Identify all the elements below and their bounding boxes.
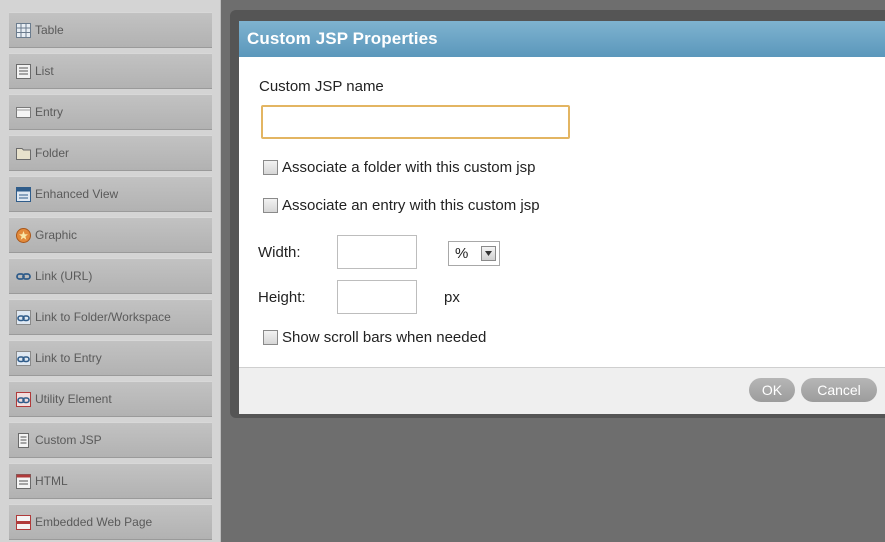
palette-item-html[interactable]: HTML	[9, 463, 212, 499]
list-icon	[16, 63, 31, 79]
palette-item-folder[interactable]: Folder	[9, 135, 212, 171]
show-scrollbars-checkbox[interactable]	[263, 330, 278, 345]
associate-folder-row[interactable]: Associate a folder with this custom jsp	[263, 159, 535, 176]
height-input[interactable]	[337, 280, 417, 314]
width-unit-value: %	[455, 245, 469, 262]
custom-jsp-properties-dialog: Custom JSP Properties Custom JSP name As…	[239, 21, 885, 414]
height-unit-label: px	[444, 289, 460, 306]
palette-item-label: Folder	[35, 146, 70, 160]
associate-entry-row[interactable]: Associate an entry with this custom jsp	[263, 197, 540, 214]
table-icon	[16, 22, 31, 38]
palette-item-label: Link to Folder/Workspace	[35, 310, 171, 324]
palette-item-embedded-web-page[interactable]: Embedded Web Page	[9, 504, 212, 540]
palette-item-link-url[interactable]: Link (URL)	[9, 258, 212, 294]
cancel-button[interactable]: Cancel	[801, 378, 877, 402]
associate-entry-label: Associate an entry with this custom jsp	[282, 197, 540, 214]
palette-item-label: Link to Entry	[35, 351, 102, 365]
palette-item-link-folder-workspace[interactable]: Link to Folder/Workspace	[9, 299, 212, 335]
palette-item-graphic[interactable]: Graphic	[9, 217, 212, 253]
palette-item-label: HTML	[35, 474, 68, 488]
palette-item-label: Graphic	[35, 228, 78, 242]
entry-icon	[16, 106, 31, 118]
palette-item-label: List	[35, 64, 54, 78]
custom-jsp-name-input[interactable]	[261, 105, 570, 139]
chevron-down-icon[interactable]	[481, 246, 496, 261]
dialog-header[interactable]: Custom JSP Properties	[239, 21, 885, 57]
palette-item-link-to-entry[interactable]: Link to Entry	[9, 340, 212, 376]
folder-icon	[16, 147, 31, 160]
palette-item-label: Embedded Web Page	[35, 515, 153, 529]
palette-item-enhanced-view[interactable]: Enhanced View	[9, 176, 212, 212]
palette-item-label: Entry	[35, 105, 64, 119]
palette-item-label: Table	[35, 23, 64, 37]
width-label: Width:	[258, 244, 301, 261]
show-scrollbars-row[interactable]: Show scroll bars when needed	[263, 329, 486, 346]
palette-item-custom-jsp[interactable]: Custom JSP	[9, 422, 212, 458]
associate-entry-checkbox[interactable]	[263, 198, 278, 213]
palette-item-label: Utility Element	[35, 392, 112, 406]
custom-jsp-name-label: Custom JSP name	[259, 78, 384, 95]
palette-item-label: Enhanced View	[35, 187, 119, 201]
height-label: Height:	[258, 289, 306, 306]
show-scrollbars-label: Show scroll bars when needed	[282, 329, 487, 346]
associate-folder-label: Associate a folder with this custom jsp	[282, 159, 536, 176]
palette-item-label: Custom JSP	[35, 433, 102, 447]
palette-item-table[interactable]: Table	[9, 12, 212, 48]
link-entry-icon	[16, 350, 31, 366]
ok-button[interactable]: OK	[749, 378, 795, 402]
utility-element-icon	[16, 391, 31, 407]
palette-item-label: Link (URL)	[35, 269, 93, 283]
dialog-title: Custom JSP Properties	[247, 29, 438, 48]
link-icon	[16, 272, 31, 280]
link-folder-icon	[16, 309, 31, 325]
embedded-web-page-icon	[16, 514, 31, 530]
width-input[interactable]	[337, 235, 417, 269]
width-unit-select[interactable]: %	[448, 241, 500, 266]
custom-jsp-icon	[18, 432, 29, 448]
dialog-footer: OK Cancel	[239, 367, 885, 414]
html-icon	[16, 473, 31, 489]
graphic-icon	[16, 227, 31, 243]
palette-sidebar: Table List Entry Folder Enhanced View Gr…	[0, 0, 221, 542]
palette-item-utility-element[interactable]: Utility Element	[9, 381, 212, 417]
associate-folder-checkbox[interactable]	[263, 160, 278, 175]
enhanced-view-icon	[16, 186, 31, 202]
palette-item-entry[interactable]: Entry	[9, 94, 212, 130]
palette-item-list[interactable]: List	[9, 53, 212, 89]
